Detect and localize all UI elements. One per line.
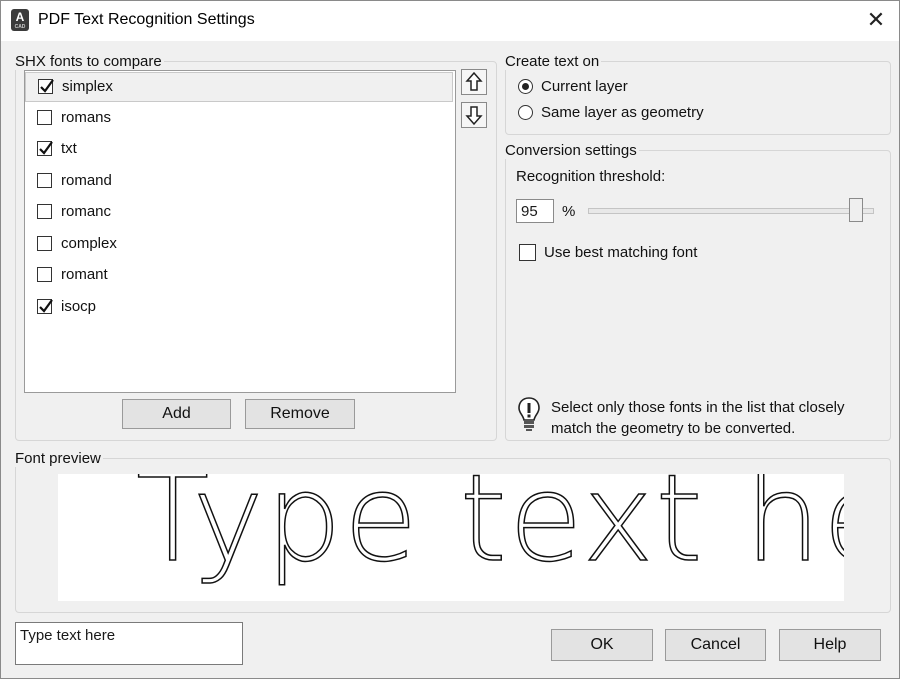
font-checkbox[interactable]	[37, 173, 52, 188]
threshold-input[interactable]: 95	[516, 199, 554, 223]
list-item[interactable]: complex	[25, 230, 453, 260]
current-layer-label: Current layer	[541, 78, 628, 95]
close-button[interactable]: ✕	[853, 1, 899, 41]
list-item[interactable]: romans	[25, 104, 453, 134]
sample-text-input[interactable]: Type text here	[15, 622, 243, 665]
title-bar: A CAD PDF Text Recognition Settings ✕	[1, 1, 899, 41]
help-button[interactable]: Help	[779, 629, 881, 661]
tip-text: Select only those fonts in the list that…	[551, 399, 845, 437]
font-checkbox[interactable]	[37, 141, 53, 156]
create-text-legend: Create text on	[503, 53, 602, 70]
remove-button[interactable]: Remove	[245, 399, 355, 429]
list-item[interactable]: romanc	[25, 198, 453, 228]
font-label: romans	[61, 109, 112, 126]
font-checkbox[interactable]	[37, 267, 52, 282]
add-button[interactable]: Add	[122, 399, 231, 429]
list-item[interactable]: txt	[25, 135, 453, 165]
font-label: romand	[61, 172, 112, 189]
font-label: complex	[61, 235, 117, 252]
font-checkbox[interactable]	[38, 79, 54, 94]
font-checkbox[interactable]	[37, 299, 53, 314]
font-preview-text: Type text he	[135, 474, 844, 590]
dialog-window: A CAD PDF Text Recognition Settings ✕ SHX…	[0, 0, 900, 679]
font-label: romanc	[61, 203, 112, 220]
conversion-settings-legend: Conversion settings	[503, 142, 639, 159]
move-up-button[interactable]	[461, 69, 487, 95]
font-label: isocp	[61, 298, 97, 315]
move-down-button[interactable]	[461, 102, 487, 128]
font-checkbox[interactable]	[37, 204, 52, 219]
font-label: simplex	[62, 78, 113, 95]
cancel-button[interactable]: Cancel	[665, 629, 766, 661]
font-preview-area: Type text he	[58, 474, 844, 601]
arrow-up-icon	[465, 71, 483, 91]
font-listbox[interactable]: simplex romans txt romand romanc complex…	[24, 70, 456, 393]
font-checkbox[interactable]	[37, 236, 52, 251]
font-checkbox[interactable]	[37, 110, 52, 125]
same-layer-label: Same layer as geometry	[541, 104, 704, 121]
current-layer-radio[interactable]	[518, 79, 533, 94]
list-item[interactable]: romand	[25, 167, 453, 197]
threshold-unit: %	[562, 203, 576, 220]
autocad-app-icon: A CAD	[11, 9, 29, 31]
list-item[interactable]: simplex	[25, 72, 453, 102]
list-item[interactable]: romant	[25, 261, 453, 291]
font-label: txt	[61, 140, 77, 157]
list-item[interactable]: isocp	[25, 293, 453, 323]
threshold-label: Recognition threshold:	[516, 168, 666, 185]
shx-fonts-legend: SHX fonts to compare	[13, 53, 164, 70]
ok-button[interactable]: OK	[551, 629, 653, 661]
best-match-checkbox[interactable]	[519, 244, 536, 261]
window-title: PDF Text Recognition Settings	[38, 11, 255, 28]
same-layer-radio[interactable]	[518, 105, 533, 120]
threshold-slider-thumb[interactable]	[849, 198, 863, 222]
create-text-group: Create text on	[503, 53, 891, 135]
font-preview-legend: Font preview	[13, 450, 103, 467]
best-match-label: Use best matching font	[544, 244, 698, 261]
lightbulb-icon	[518, 397, 540, 431]
font-label: romant	[61, 266, 108, 283]
threshold-slider-track[interactable]	[588, 208, 874, 214]
arrow-down-icon	[465, 106, 483, 126]
